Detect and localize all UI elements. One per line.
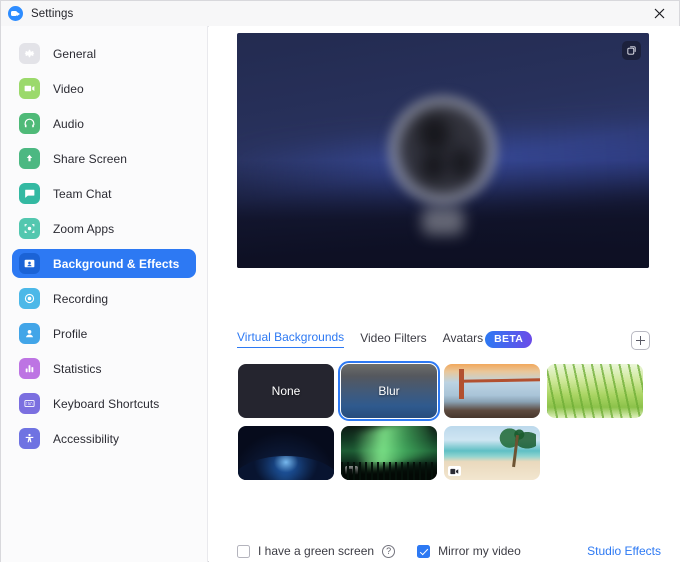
person-card-icon — [19, 253, 40, 274]
tab-video-filters[interactable]: Video Filters — [360, 331, 426, 348]
video-preview — [237, 33, 649, 268]
background-tiles: None Blur — [238, 361, 658, 488]
sidebar-item-background-and-effects[interactable]: Background & Effects — [12, 249, 196, 278]
add-background-button[interactable] — [631, 331, 650, 350]
zoom-logo-icon — [8, 6, 23, 21]
background-tile-aurora-forest[interactable] — [341, 426, 437, 480]
sidebar-item-recording[interactable]: Recording — [12, 284, 196, 313]
blurred-feature — [420, 152, 446, 182]
mirror-video-checkbox[interactable] — [417, 544, 431, 558]
blurred-head — [387, 94, 499, 207]
snapshot-button[interactable] — [622, 41, 641, 60]
green-screen-checkbox[interactable] — [237, 544, 250, 558]
blurred-body — [422, 206, 464, 235]
background-tile-label: None — [271, 384, 301, 398]
sidebar-item-video[interactable]: Video — [12, 74, 196, 103]
accessibility-icon — [19, 428, 40, 449]
sidebar-item-statistics[interactable]: Statistics — [12, 354, 196, 383]
sidebar-item-label: Statistics — [53, 361, 102, 376]
blurred-feature — [449, 147, 475, 180]
video-badge-icon — [345, 466, 358, 476]
window-title: Settings — [31, 7, 74, 20]
sidebar-item-audio[interactable]: Audio — [12, 109, 196, 138]
tab-virtual-backgrounds[interactable]: Virtual Backgrounds — [237, 330, 345, 348]
sidebar: General Video Audio Share Screen Team Ch — [1, 26, 208, 562]
mirror-video-label: Mirror my video — [438, 544, 521, 558]
sidebar-item-label: Background & Effects — [53, 256, 180, 271]
help-question-icon[interactable]: ? — [382, 544, 396, 558]
close-icon — [654, 8, 664, 18]
close-button[interactable] — [639, 1, 679, 25]
background-tile-row — [238, 426, 658, 480]
sidebar-item-profile[interactable]: Profile — [12, 319, 196, 348]
blurred-feature — [419, 116, 449, 151]
settings-window: Settings General Video Audio Share Scree… — [0, 0, 680, 562]
sidebar-item-label: Video — [53, 81, 84, 96]
sidebar-item-team-chat[interactable]: Team Chat — [12, 179, 196, 208]
beta-badge: BETA — [485, 330, 533, 348]
sidebar-item-general[interactable]: General — [12, 39, 196, 68]
share-screen-icon — [19, 148, 40, 169]
sidebar-item-label: Keyboard Shortcuts — [53, 396, 160, 411]
studio-effects-link[interactable]: Studio Effects — [587, 544, 661, 558]
background-tabs: Virtual Backgrounds Video Filters Avatar… — [237, 328, 533, 350]
background-tile-golden-gate-bridge[interactable] — [444, 364, 540, 418]
background-tile-none[interactable]: None — [238, 364, 334, 418]
record-circle-icon — [19, 288, 40, 309]
sidebar-item-keyboard-shortcuts[interactable]: Keyboard Shortcuts — [12, 389, 196, 418]
title-bar: Settings — [1, 1, 679, 27]
video-badge-icon — [448, 466, 461, 476]
keyboard-icon — [19, 393, 40, 414]
snapshot-camera-icon — [627, 46, 636, 55]
sidebar-item-label: Accessibility — [53, 431, 119, 446]
background-tile-grass[interactable] — [547, 364, 643, 418]
sidebar-item-label: Profile — [53, 326, 88, 341]
background-tile-blur[interactable]: Blur — [338, 361, 440, 421]
zoom-apps-icon — [19, 218, 40, 239]
bar-chart-icon — [19, 358, 40, 379]
green-screen-label: I have a green screen — [258, 544, 375, 558]
sidebar-item-label: Share Screen — [53, 151, 127, 166]
main-panel: Virtual Backgrounds Video Filters Avatar… — [209, 26, 680, 562]
background-tile-row: None Blur — [238, 361, 658, 421]
sidebar-item-label: Audio — [53, 116, 84, 131]
background-tile-label: Blur — [378, 384, 400, 398]
background-tile-earth-from-space[interactable] — [238, 426, 334, 480]
sidebar-item-label: Recording — [53, 291, 109, 306]
chat-bubble-icon — [19, 183, 40, 204]
gear-icon — [19, 43, 40, 64]
sidebar-item-label: Zoom Apps — [53, 221, 115, 236]
video-camera-icon — [19, 78, 40, 99]
footer-controls: I have a green screen ? Mirror my video … — [237, 544, 661, 558]
headphones-icon — [19, 113, 40, 134]
sidebar-item-accessibility[interactable]: Accessibility — [12, 424, 196, 453]
tab-avatars[interactable]: Avatars — [443, 331, 483, 348]
sidebar-item-label: General — [53, 46, 97, 61]
sidebar-item-zoom-apps[interactable]: Zoom Apps — [12, 214, 196, 243]
background-tile-beach-palm[interactable] — [444, 426, 540, 480]
profile-person-icon — [19, 323, 40, 344]
sidebar-item-share-screen[interactable]: Share Screen — [12, 144, 196, 173]
sidebar-item-label: Team Chat — [53, 186, 112, 201]
